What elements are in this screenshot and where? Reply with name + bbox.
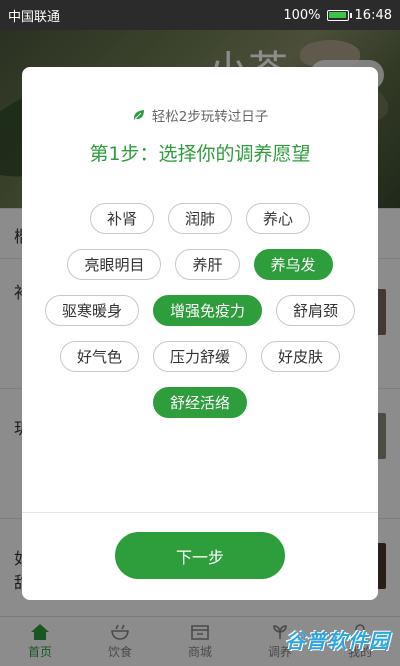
wish-tag-selected[interactable]: 舒经活络 — [152, 387, 247, 418]
wish-tag[interactable]: 亮眼明目 — [67, 249, 162, 280]
leaf-icon — [133, 110, 144, 120]
wish-tag-selected[interactable]: 增强免疫力 — [152, 295, 262, 326]
watermark-logo: 谷普软件园 — [285, 629, 390, 653]
wish-tag-selected[interactable]: 养乌发 — [253, 249, 333, 280]
wish-tag[interactable]: 补肾 — [89, 203, 154, 234]
wish-tag[interactable]: 压力舒缓 — [152, 341, 247, 372]
dialog-subtitle: 轻松2步玩转过日子 — [22, 105, 378, 125]
status-bar: 中国联通 100% 16:48 — [0, 0, 400, 30]
battery-fill — [328, 11, 346, 18]
tag-row: 亮眼明目 养肝 养乌发 — [22, 249, 378, 280]
tag-row: 补肾 润肺 养心 — [22, 203, 378, 234]
battery-icon — [326, 9, 352, 21]
wish-tag[interactable]: 养肝 — [175, 249, 240, 280]
battery-percent: 100% — [283, 7, 321, 23]
carrier-name: 中国联通 — [8, 9, 61, 25]
wish-selection-dialog: 轻松2步玩转过日子 第1步：选择你的调养愿望 补肾 润肺 养心 亮眼明目 养肝 养乌发 驱寒… — [22, 67, 378, 600]
dialog-divider — [22, 512, 378, 513]
next-step-button[interactable]: 下一步 — [115, 532, 285, 579]
clock: 16:48 — [354, 7, 392, 23]
tag-row: 舒经活络 — [22, 387, 378, 418]
wish-tag[interactable]: 舒肩颈 — [276, 295, 356, 326]
wish-tag[interactable]: 驱寒暖身 — [44, 295, 139, 326]
wish-tag-group: 补肾 润肺 养心 亮眼明目 养肝 养乌发 驱寒暖身 增强免疫力 舒肩颈 好气色 压力舒缓 好皮肤 舒经活… — [22, 203, 378, 433]
dialog-subtitle-text: 轻松2步玩转过日子 — [151, 109, 269, 125]
tag-row: 驱寒暖身 增强免疫力 舒肩颈 — [22, 295, 378, 326]
wish-tag[interactable]: 润肺 — [167, 203, 232, 234]
wish-tag[interactable]: 好皮肤 — [261, 341, 341, 372]
status-right: 100% 16:48 — [283, 8, 392, 23]
dialog-title: 第1步：选择你的调养愿望 — [89, 143, 311, 165]
tag-row: 好气色 压力舒缓 好皮肤 — [22, 341, 378, 372]
wish-tag[interactable]: 好气色 — [59, 341, 139, 372]
wish-tag[interactable]: 养心 — [246, 203, 311, 234]
